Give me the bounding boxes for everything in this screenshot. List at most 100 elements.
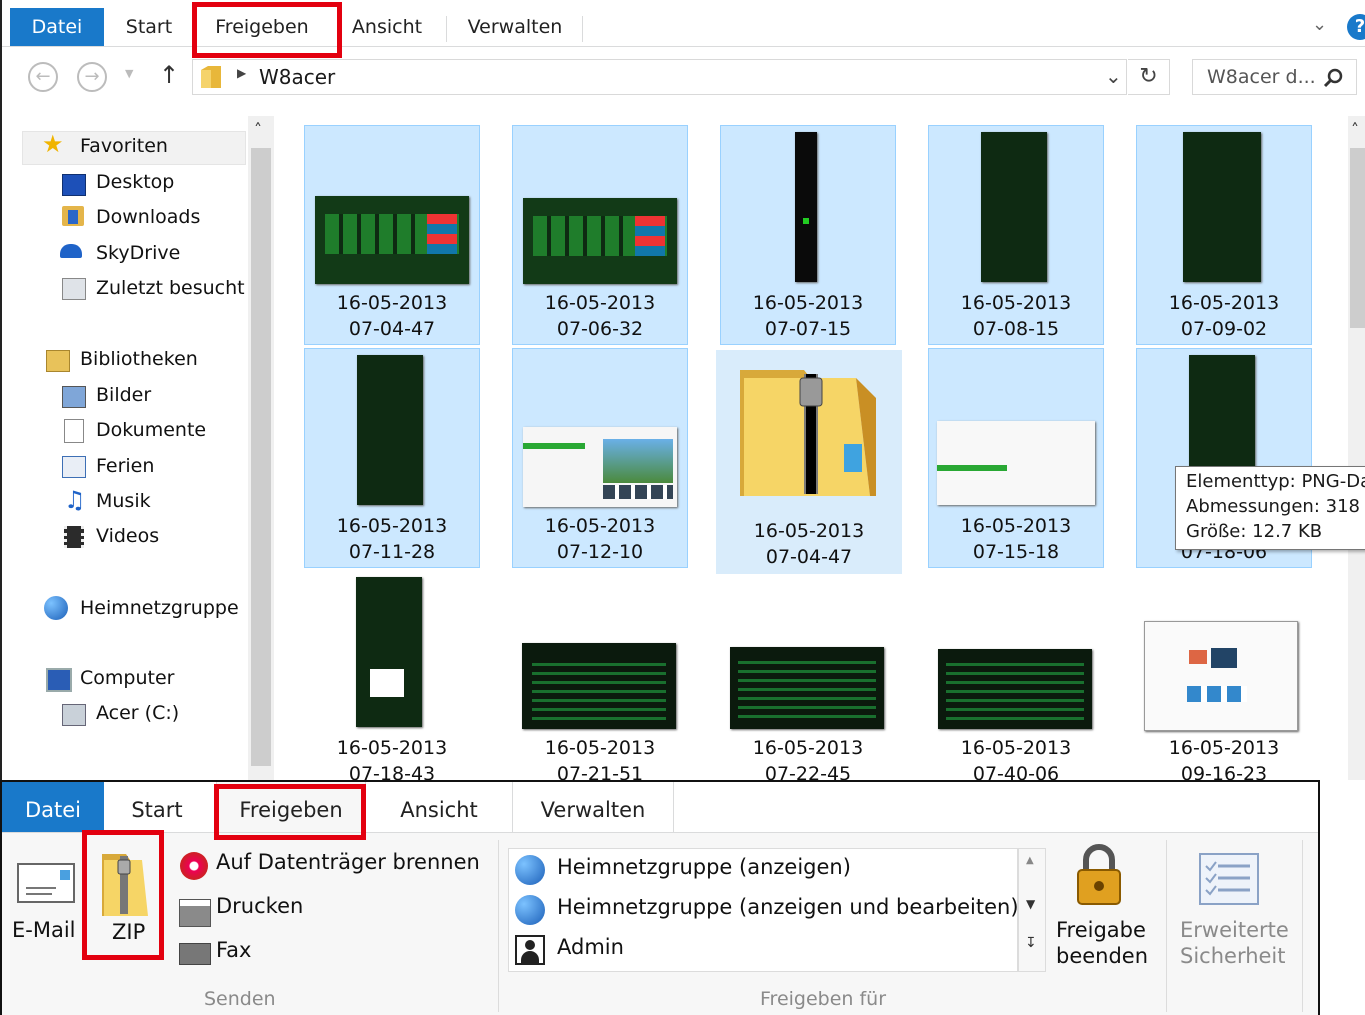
nav-desktop[interactable]: Desktop — [96, 171, 174, 193]
file-tile[interactable]: 16-05-2013 07-40-06 — [928, 571, 1104, 791]
print-button[interactable]: Drucken — [176, 892, 376, 926]
share-ribbon: Datei Start Freigeben Ansicht Verwalten … — [0, 780, 1320, 1015]
nav-documents[interactable]: Dokumente — [96, 419, 206, 441]
star-icon: ★ — [42, 130, 64, 158]
scroll-up-icon[interactable]: ˄ — [254, 120, 262, 139]
tab-start[interactable]: Start — [106, 8, 192, 46]
screenshot-thumbnail — [523, 427, 677, 507]
file-time: 07-04-47 — [765, 546, 853, 568]
file-date: 16-05-2013 — [544, 292, 656, 314]
screenshot-thumbnail — [1183, 132, 1261, 282]
nav-computer[interactable]: Computer — [80, 667, 174, 689]
back-arrow-icon[interactable]: ← — [28, 62, 58, 92]
forward-arrow-icon[interactable]: → — [77, 62, 107, 92]
file-tile[interactable]: 16-05-2013 07-15-18 — [928, 348, 1104, 568]
file-tile[interactable]: 16-05-2013 07-08-15 — [928, 125, 1104, 345]
stop-sharing-label-1: Freigabe — [1056, 918, 1146, 942]
nav-holidays[interactable]: Ferien — [96, 455, 154, 477]
ribbon-expand-chevron-icon[interactable]: ⌄ — [1312, 14, 1327, 35]
nav-favorites[interactable]: Favoriten — [80, 135, 168, 157]
nav-scroll-thumb[interactable] — [251, 148, 271, 766]
file-tile[interactable]: 16-05-2013 09-16-23 — [1136, 571, 1312, 791]
file-time: 07-07-15 — [764, 318, 852, 340]
search-placeholder: W8acer d... — [1207, 66, 1316, 88]
path-separator-icon: ▶ — [237, 66, 247, 80]
skydrive-cloud-icon — [60, 244, 82, 258]
file-tile[interactable]: 16-05-2013 07-09-02 — [1136, 125, 1312, 345]
search-icon[interactable] — [1323, 68, 1343, 88]
nav-drive[interactable]: Acer (C:) — [96, 702, 179, 724]
gallery-up-icon[interactable]: ▲ — [1026, 855, 1034, 866]
file-tile[interactable]: 16-05-2013 07-18-43 — [304, 571, 480, 791]
file-date: 16-05-2013 — [1168, 737, 1280, 759]
tooltip-type: Elementtyp: PNG-Da — [1186, 471, 1365, 492]
videos-icon — [64, 526, 84, 548]
fax-icon — [180, 944, 210, 964]
homegroup-edit-icon — [515, 895, 545, 925]
file-tile[interactable]: 16-05-2013 07-12-10 — [512, 348, 688, 568]
group-separator — [498, 840, 499, 1012]
file-tile[interactable]: 16-05-2013 07-04-47 — [304, 125, 480, 345]
file-tile[interactable]: 16-05-2013 07-22-45 — [720, 571, 896, 791]
file-tile[interactable]: 16-05-2013 07-06-32 — [512, 125, 688, 345]
tooltip-dimensions: Abmessungen: 318 x — [1186, 496, 1365, 517]
gallery-down-icon[interactable]: ▼ — [1026, 897, 1035, 911]
file-scrollbar[interactable]: ˄ — [1348, 116, 1365, 780]
screenshot-thumbnail — [1144, 621, 1298, 731]
share-admin[interactable]: Admin — [557, 935, 624, 959]
gallery-scroll[interactable]: ▲ ▼ ↧ — [1018, 848, 1046, 972]
advanced-security-icon — [1199, 853, 1259, 905]
ribbon-tab-verwalten[interactable]: Verwalten — [512, 782, 674, 832]
screenshot-thumbnail — [981, 132, 1047, 282]
gallery-more-icon[interactable]: ↧ — [1025, 935, 1037, 951]
search-input[interactable]: W8acer d... — [1192, 59, 1357, 95]
ribbon-tab-ansicht[interactable]: Ansicht — [374, 782, 504, 832]
file-scroll-thumb[interactable] — [1350, 148, 1365, 328]
nav-recent[interactable]: Zuletzt besucht — [96, 277, 245, 299]
file-date: 16-05-2013 — [960, 515, 1072, 537]
fax-button[interactable]: Fax — [176, 936, 376, 970]
downloads-folder-icon — [62, 206, 84, 226]
address-dropdown-icon[interactable]: ⌄ — [1105, 64, 1122, 88]
screenshot-thumbnail — [356, 577, 422, 727]
tab-datei[interactable]: Datei — [10, 8, 104, 46]
nav-homegroup[interactable]: Heimnetzgruppe — [80, 597, 239, 619]
nav-scrollbar[interactable]: ˄ — [248, 116, 274, 780]
up-arrow-icon[interactable]: ↑ — [159, 61, 179, 89]
email-button[interactable]: E-Mail — [6, 850, 80, 970]
highlight-ribbon-freigeben — [214, 784, 366, 840]
address-bar[interactable]: ▶ W8acer ⌄ — [192, 59, 1127, 95]
nav-downloads[interactable]: Downloads — [96, 206, 200, 228]
refresh-icon[interactable]: ↻ — [1128, 59, 1170, 95]
highlight-zip — [82, 830, 164, 960]
path-segment[interactable]: W8acer — [259, 65, 335, 89]
burn-disc-icon — [180, 852, 208, 880]
nav-videos[interactable]: Videos — [96, 525, 159, 547]
file-scroll-up-icon[interactable]: ˄ — [1351, 120, 1359, 139]
documents-icon — [64, 419, 84, 443]
stop-sharing-button[interactable]: Freigabe beenden — [1052, 842, 1156, 982]
file-tile[interactable]: 16-05-2013 07-21-51 — [512, 571, 688, 791]
file-tile[interactable]: 16-05-2013 07-11-28 — [304, 348, 480, 568]
share-homegroup-edit[interactable]: Heimnetzgruppe (anzeigen und bearbeiten) — [557, 895, 1019, 919]
history-dropdown-icon[interactable]: ▼ — [125, 67, 133, 80]
share-homegroup-view[interactable]: Heimnetzgruppe (anzeigen) — [557, 855, 851, 879]
tab-ansicht[interactable]: Ansicht — [340, 8, 434, 46]
burn-button[interactable]: Auf Datenträger brennen — [176, 848, 486, 882]
advanced-security-button[interactable]: Erweiterte Sicherheit — [1174, 842, 1294, 982]
recent-places-icon — [62, 278, 86, 300]
file-date: 16-05-2013 — [960, 737, 1072, 759]
ribbon-tab-datei[interactable]: Datei — [2, 782, 104, 832]
ribbon-tab-start[interactable]: Start — [110, 782, 204, 832]
nav-pictures[interactable]: Bilder — [96, 384, 151, 406]
file-tile[interactable]: 16-05-2013 07-07-15 — [720, 125, 896, 345]
zip-folder-tile[interactable]: 16-05-2013 07-04-47 — [716, 350, 902, 574]
nav-skydrive[interactable]: SkyDrive — [96, 242, 180, 264]
nav-libraries[interactable]: Bibliotheken — [80, 348, 198, 370]
tab-verwalten[interactable]: Verwalten — [450, 8, 580, 46]
screenshot-thumbnail — [730, 647, 884, 729]
share-with-gallery[interactable]: Heimnetzgruppe (anzeigen) Heimnetzgruppe… — [508, 848, 1019, 972]
nav-music[interactable]: Musik — [96, 490, 151, 512]
pictures-icon — [62, 386, 86, 408]
help-icon[interactable]: ? — [1347, 14, 1365, 40]
